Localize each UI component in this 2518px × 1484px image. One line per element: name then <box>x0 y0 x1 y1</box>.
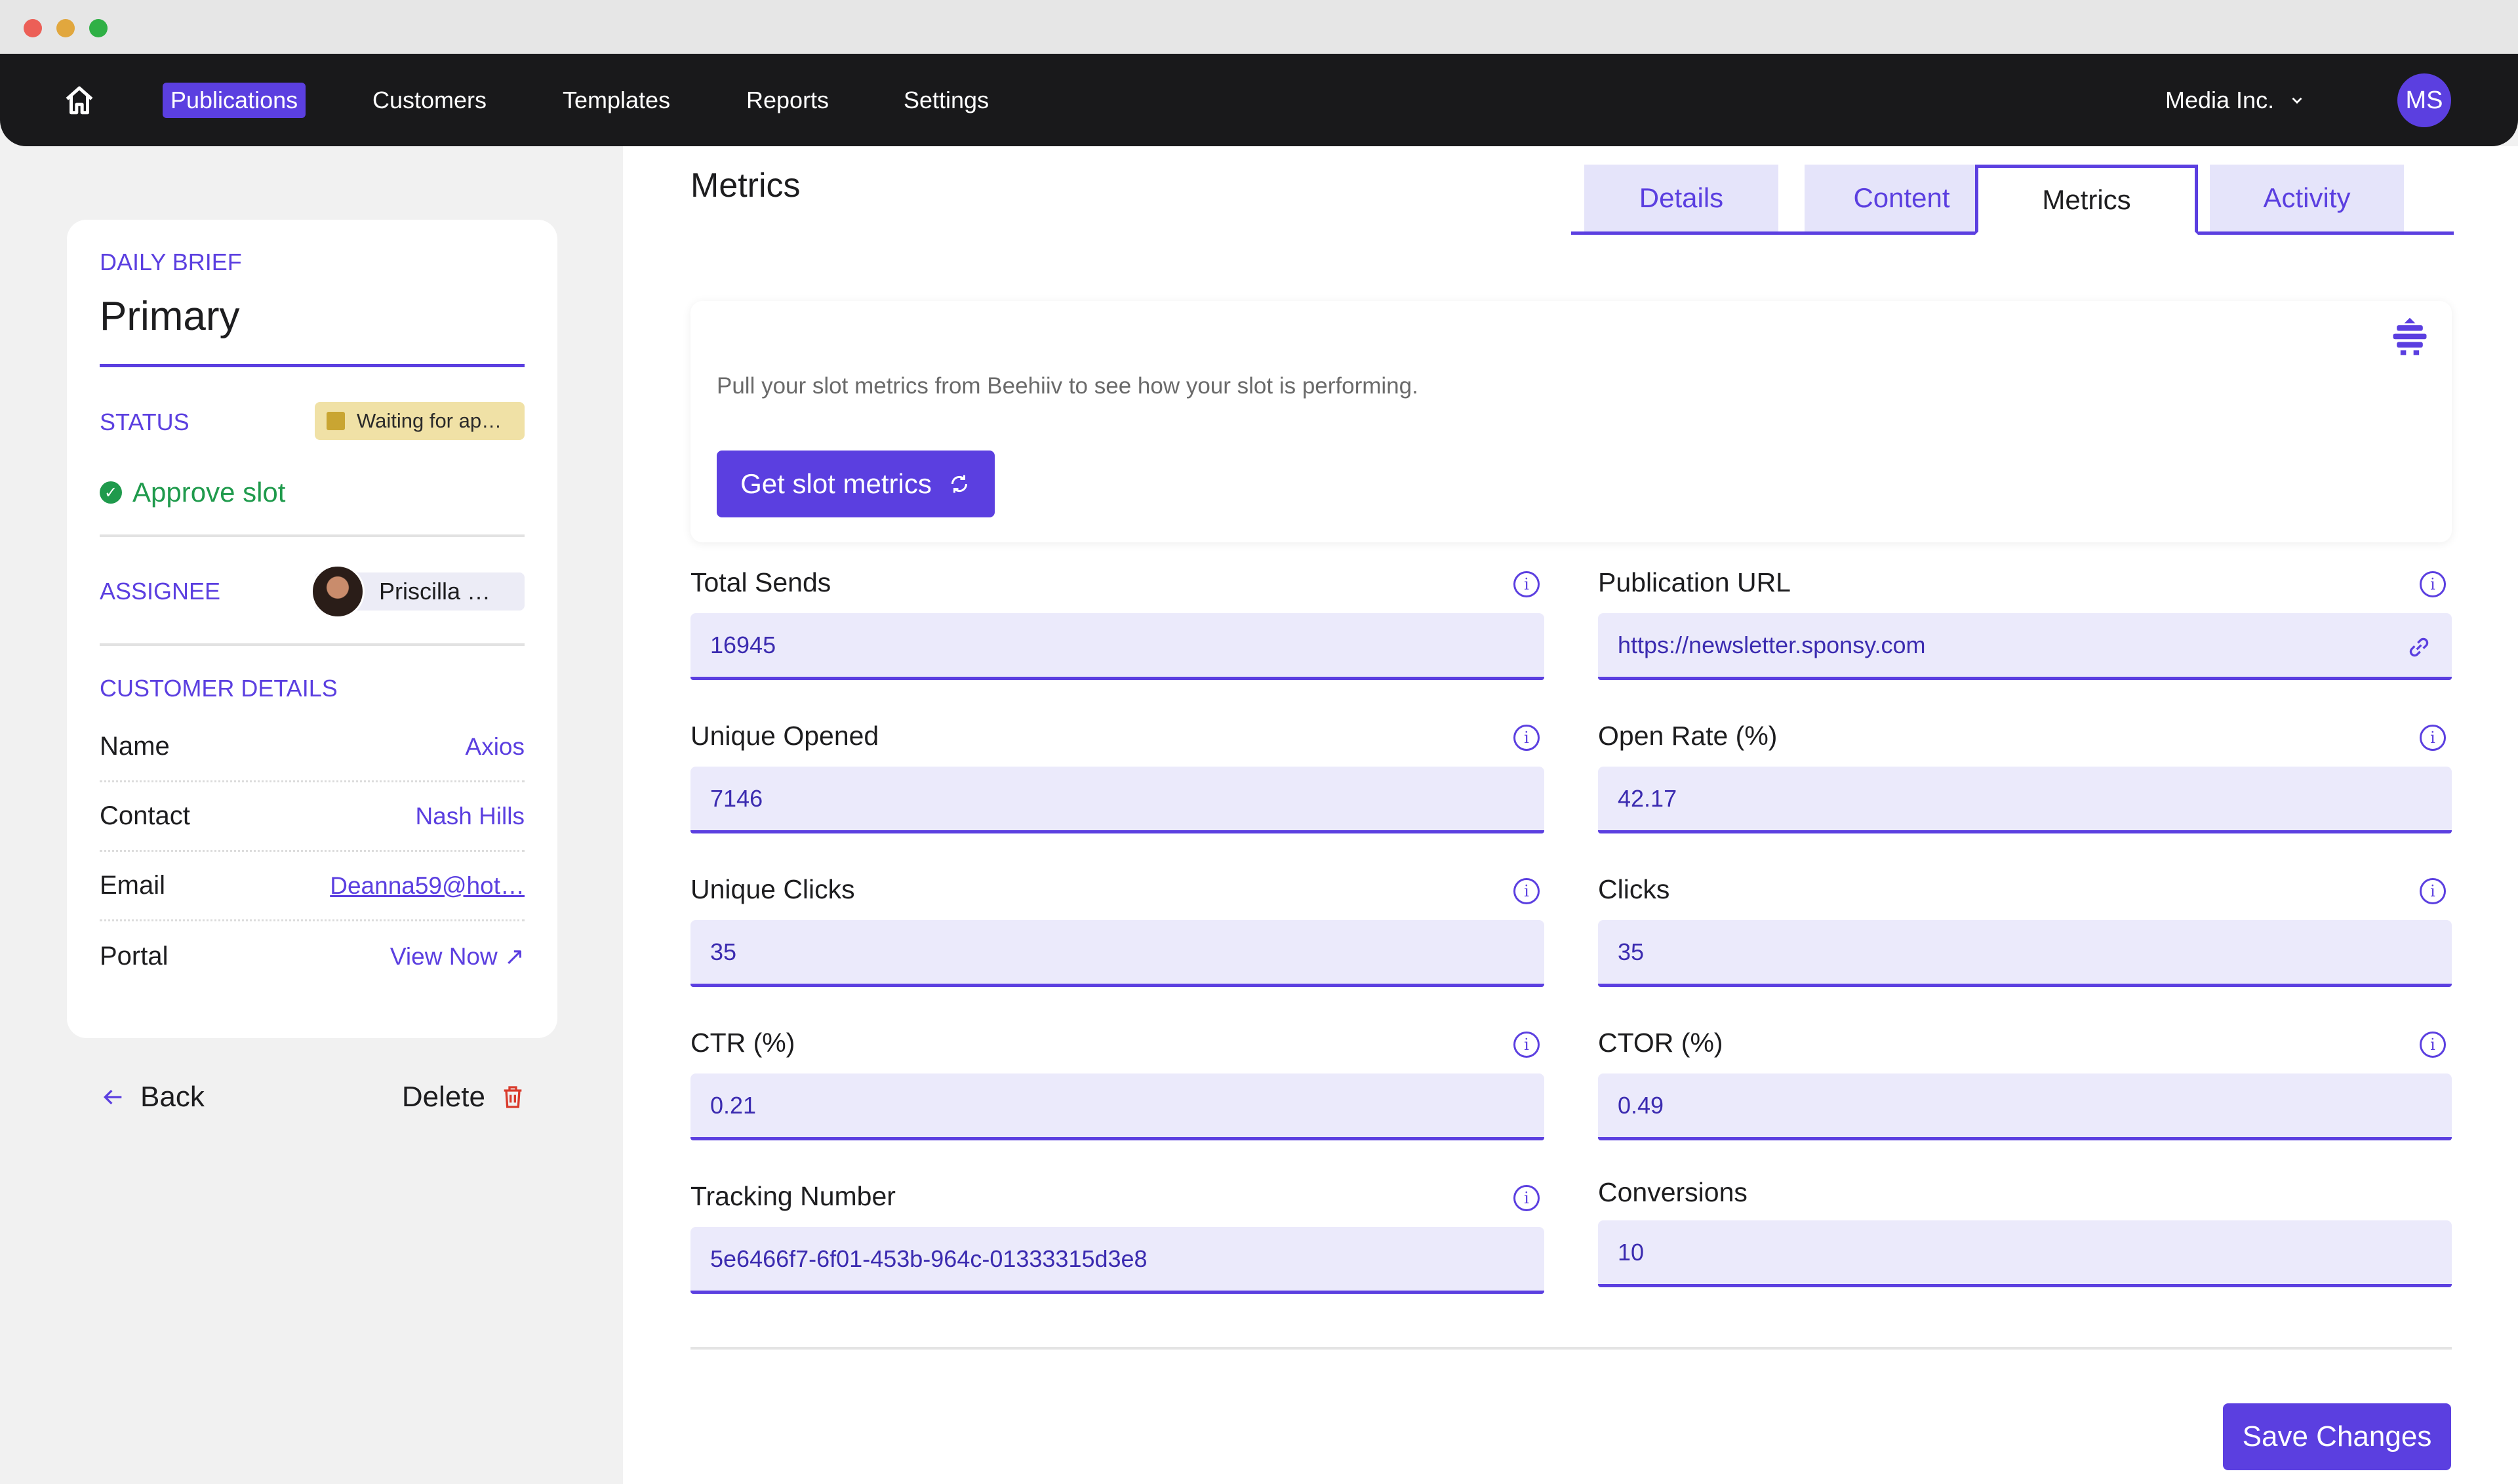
nav-reports[interactable]: Reports <box>746 54 829 146</box>
tab-activity[interactable]: Activity <box>2210 165 2404 231</box>
assignee-label: ASSIGNEE <box>100 578 221 605</box>
slot-tabs: Details Content Metrics Activity <box>1571 165 2454 235</box>
total-sends-label: Total Sends <box>690 567 831 597</box>
window-titlebar <box>0 0 2518 54</box>
publication-category: DAILY BRIEF <box>100 249 242 275</box>
unique-opened-label: Unique Opened <box>690 721 879 751</box>
nav-customers[interactable]: Customers <box>372 54 487 146</box>
metrics-panel: Metrics Details Content Metrics Activity… <box>623 146 2518 1484</box>
maximize-window-button[interactable] <box>89 19 108 37</box>
tab-metrics[interactable]: Metrics <box>1975 165 2198 235</box>
tab-details[interactable]: Details <box>1584 165 1778 231</box>
total-sends-input[interactable]: 16945 <box>690 613 1544 680</box>
slot-summary-card: DAILY BRIEF Primary STATUS Waiting for a… <box>67 220 557 1038</box>
tracking-number-input[interactable]: 5e6466f7-6f01-453b-964c-01333315d3e8 <box>690 1227 1544 1294</box>
publication-url-input[interactable]: https://newsletter.sponsy.com <box>1598 613 2452 680</box>
check-circle-icon: ✓ <box>100 481 122 504</box>
arrow-left-icon <box>103 1089 122 1105</box>
close-window-button[interactable] <box>24 19 42 37</box>
minimize-window-button[interactable] <box>56 19 75 37</box>
chevron-down-icon <box>2292 97 2302 104</box>
customer-details-label: CUSTOMER DETAILS <box>100 675 338 702</box>
assignee-avatar <box>311 565 365 618</box>
conversions-input[interactable]: 10 <box>1598 1220 2452 1287</box>
get-slot-metrics-label: Get slot metrics <box>740 468 932 499</box>
open-rate-input[interactable]: 42.17 <box>1598 767 2452 833</box>
ctor-label: CTOR (%) <box>1598 1028 1723 1058</box>
slot-actions: Back Delete <box>100 1071 526 1123</box>
detail-row-name: Name Axios <box>100 713 525 782</box>
beehiiv-logo-icon <box>2393 317 2427 355</box>
info-icon[interactable]: i <box>1513 571 1540 597</box>
page-title: Metrics <box>690 167 801 205</box>
detail-key: Name <box>100 732 170 761</box>
approve-slot-label: Approve slot <box>132 477 286 508</box>
info-icon[interactable]: i <box>2420 725 2446 751</box>
info-icon[interactable]: i <box>2420 878 2446 904</box>
user-avatar[interactable]: MS <box>2397 73 2451 127</box>
approve-slot-button[interactable]: ✓ Approve slot <box>100 477 285 508</box>
home-icon[interactable] <box>63 84 96 117</box>
info-icon[interactable]: i <box>1513 725 1540 751</box>
unique-clicks-input[interactable]: 35 <box>690 920 1544 987</box>
back-label: Back <box>140 1081 205 1113</box>
refresh-icon <box>951 475 967 493</box>
org-name: Media Inc. <box>2165 86 2275 113</box>
detail-row-contact: Contact Nash Hills <box>100 782 525 852</box>
publication-url-value: https://newsletter.sponsy.com <box>1618 631 1926 658</box>
tracking-number-label: Tracking Number <box>690 1181 896 1211</box>
info-icon[interactable]: i <box>1513 1032 1540 1058</box>
save-changes-button[interactable]: Save Changes <box>2223 1403 2451 1470</box>
form-divider <box>690 1347 2452 1350</box>
link-icon[interactable] <box>2406 634 2432 660</box>
nav-templates[interactable]: Templates <box>563 54 670 146</box>
delete-button[interactable]: Delete <box>402 1081 526 1113</box>
open-rate-label: Open Rate (%) <box>1598 721 1778 751</box>
ctr-label: CTR (%) <box>690 1028 795 1058</box>
publication-url-label: Publication URL <box>1598 567 1791 597</box>
slot-sidebar: DAILY BRIEF Primary STATUS Waiting for a… <box>0 146 623 1484</box>
detail-row-portal: Portal View Now ↗ <box>100 921 525 991</box>
clicks-input[interactable]: 35 <box>1598 920 2452 987</box>
portal-link[interactable]: View Now ↗ <box>390 942 525 971</box>
info-icon[interactable]: i <box>2420 1032 2446 1058</box>
back-button[interactable]: Back <box>100 1081 205 1113</box>
get-slot-metrics-button[interactable]: Get slot metrics <box>717 451 995 517</box>
assignee-selector[interactable]: Priscilla … <box>311 565 525 618</box>
delete-label: Delete <box>401 1081 485 1113</box>
detail-key: Portal <box>100 941 169 971</box>
unique-clicks-label: Unique Clicks <box>690 874 855 904</box>
status-badge[interactable]: Waiting for ap… <box>315 402 525 440</box>
ctor-input[interactable]: 0.49 <box>1598 1073 2452 1140</box>
assignee-divider <box>100 643 525 646</box>
top-navigation: Publications Customers Templates Reports… <box>0 54 2518 146</box>
email-link[interactable]: Deanna59@hot… <box>330 872 525 900</box>
nav-settings[interactable]: Settings <box>904 54 989 146</box>
detail-row-email: Email Deanna59@hot… <box>100 852 525 921</box>
nav-publications[interactable]: Publications <box>163 54 306 146</box>
slot-title: Primary <box>100 294 240 339</box>
unique-opened-input[interactable]: 7146 <box>690 767 1544 833</box>
assignee-name: Priscilla … <box>379 578 491 605</box>
beehiiv-integration-card: Pull your slot metrics from Beehiiv to s… <box>690 301 2452 542</box>
conversions-label: Conversions <box>1598 1177 1748 1207</box>
ctr-input[interactable]: 0.21 <box>690 1073 1544 1140</box>
contact-link[interactable]: Nash Hills <box>415 803 525 830</box>
org-switcher[interactable]: Media Inc. <box>2165 54 2306 146</box>
status-value: Waiting for ap… <box>357 409 502 432</box>
customer-name-link[interactable]: Axios <box>466 733 525 761</box>
status-label: STATUS <box>100 409 190 435</box>
beehiiv-description: Pull your slot metrics from Beehiiv to s… <box>717 373 1418 399</box>
tab-content[interactable]: Content <box>1805 165 1999 231</box>
detail-key: Contact <box>100 801 190 830</box>
info-icon[interactable]: i <box>2420 571 2446 597</box>
clicks-label: Clicks <box>1598 874 1670 904</box>
status-divider <box>100 534 525 537</box>
info-icon[interactable]: i <box>1513 878 1540 904</box>
detail-key: Email <box>100 871 166 900</box>
info-icon[interactable]: i <box>1513 1185 1540 1211</box>
title-divider <box>100 364 525 367</box>
status-color-icon <box>327 412 345 430</box>
trash-icon <box>504 1086 522 1108</box>
